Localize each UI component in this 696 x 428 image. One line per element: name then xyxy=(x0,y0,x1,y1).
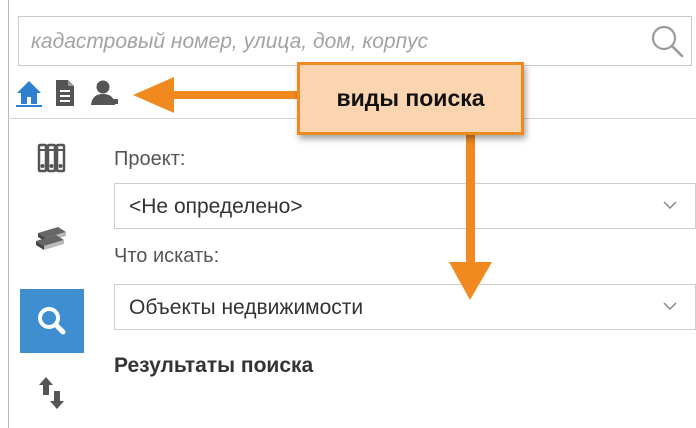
sidebar-item-exchange[interactable] xyxy=(20,359,84,423)
what-to-search-label: Что искать: xyxy=(114,245,220,267)
books-icon xyxy=(36,227,66,250)
sidebar-item-library[interactable] xyxy=(20,205,84,269)
search-box xyxy=(18,16,692,66)
project-label: Проект: xyxy=(114,148,186,170)
search-type-address[interactable] xyxy=(16,79,42,107)
home-icon xyxy=(16,81,42,107)
chevron-down-icon xyxy=(663,201,677,210)
chevron-down-icon xyxy=(663,302,677,311)
swap-arrows-icon xyxy=(39,377,64,409)
project-select-value: <Не определено> xyxy=(129,195,303,218)
sidebar-item-search[interactable] xyxy=(20,289,84,353)
search-icon xyxy=(651,25,684,58)
binders-icon xyxy=(37,143,66,173)
search-type-person[interactable] xyxy=(90,79,118,107)
sidebar-item-registries[interactable] xyxy=(20,133,84,197)
what-to-search-value: Объекты недвижимости xyxy=(129,296,364,319)
search-types-callout: виды поиска xyxy=(297,62,524,135)
document-icon xyxy=(56,80,74,106)
callout-text: виды поиска xyxy=(336,85,485,111)
results-title: Результаты поиска xyxy=(114,354,314,377)
search-button[interactable] xyxy=(649,23,687,61)
project-select[interactable]: <Не определено> xyxy=(114,183,696,229)
sidebar xyxy=(8,119,100,428)
what-to-search-select[interactable]: Объекты недвижимости xyxy=(114,284,696,330)
search-input[interactable] xyxy=(29,23,633,61)
search-icon xyxy=(38,307,66,335)
search-type-document[interactable] xyxy=(52,79,78,107)
person-icon xyxy=(91,80,118,105)
